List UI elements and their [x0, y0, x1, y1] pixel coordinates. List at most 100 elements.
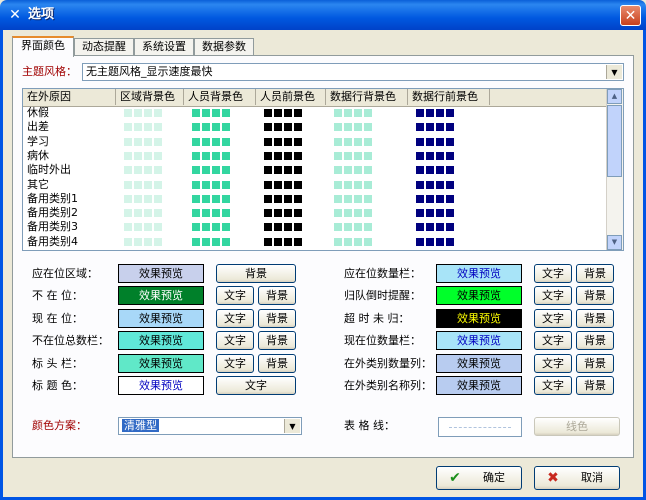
- grid-row[interactable]: 备用类别4: [23, 235, 608, 249]
- scroll-up-icon[interactable]: ▲: [607, 89, 622, 104]
- close-button[interactable]: ✕: [620, 5, 641, 26]
- text-color-button[interactable]: 文字: [534, 353, 572, 373]
- background-button[interactable]: 背景: [216, 264, 296, 283]
- color-swatch: [202, 194, 210, 203]
- tab-interface-colors[interactable]: 界面颜色: [12, 36, 74, 57]
- setting-label: 应在位数量栏：: [344, 267, 421, 280]
- app-icon: ✕: [9, 7, 21, 23]
- color-swatch: [334, 123, 342, 132]
- background-button[interactable]: 背景: [576, 264, 614, 283]
- window-title: 选项: [28, 7, 55, 22]
- grid-row[interactable]: 学习: [23, 135, 608, 149]
- text-color-button[interactable]: 文字: [534, 376, 572, 395]
- color-swatch: [212, 194, 220, 203]
- ok-button[interactable]: ✔ 确定: [436, 466, 522, 490]
- grid-row[interactable]: 出差: [23, 120, 608, 134]
- text-color-button[interactable]: 文字: [216, 353, 254, 373]
- tab-data-params[interactable]: 数据参数: [194, 38, 254, 56]
- chevron-down-icon[interactable]: ▼: [606, 65, 622, 79]
- effect-preview: 效果预览: [118, 376, 204, 395]
- grid-col-area-bg: 区域背景色: [116, 89, 184, 105]
- color-swatch: [334, 194, 342, 203]
- effect-preview: 效果预览: [436, 331, 522, 351]
- grid-row[interactable]: 其它: [23, 178, 608, 192]
- color-swatch: [144, 137, 152, 146]
- text-color-button[interactable]: 文字: [216, 331, 254, 351]
- color-swatch: [154, 151, 162, 160]
- color-swatch: [264, 151, 272, 160]
- color-swatch: [202, 151, 210, 160]
- color-swatch: [294, 223, 302, 232]
- grid-scrollbar[interactable]: ▲ ▼: [606, 89, 623, 250]
- effect-preview: 效果预览: [118, 331, 204, 351]
- color-swatch: [426, 137, 434, 146]
- grid-row[interactable]: 临时外出: [23, 163, 608, 177]
- color-swatch: [436, 180, 444, 189]
- color-swatch: [426, 237, 434, 246]
- text-color-button[interactable]: 文字: [216, 286, 254, 306]
- color-swatch: [334, 166, 342, 175]
- color-swatch: [294, 151, 302, 160]
- color-swatch: [192, 151, 200, 160]
- color-swatch: [416, 209, 424, 218]
- grid-col-person-fg: 人员前景色: [256, 89, 326, 105]
- scroll-down-icon[interactable]: ▼: [607, 235, 622, 250]
- text-color-button[interactable]: 文字: [534, 264, 572, 283]
- color-swatch: [124, 109, 132, 117]
- text-color-button[interactable]: 文字: [534, 308, 572, 328]
- effect-preview: 效果预览: [118, 353, 204, 373]
- grid-row-reason: 备用类别2: [27, 206, 78, 220]
- color-swatch: [212, 237, 220, 246]
- color-swatch: [264, 209, 272, 218]
- background-button[interactable]: 背景: [576, 376, 614, 395]
- tab-system-settings[interactable]: 系统设置: [134, 38, 194, 56]
- background-button[interactable]: 背景: [576, 353, 614, 373]
- background-button[interactable]: 背景: [258, 331, 296, 351]
- category-color-grid[interactable]: 在外原因 区域背景色 人员背景色 人员前景色 数据行背景色 数据行前景色 休假出…: [22, 88, 624, 251]
- color-swatch: [154, 166, 162, 175]
- grid-row[interactable]: 休假: [23, 106, 608, 120]
- scroll-thumb[interactable]: [607, 105, 622, 177]
- background-button[interactable]: 背景: [576, 286, 614, 306]
- scheme-value: 清雅型: [122, 419, 159, 432]
- grid-row[interactable]: 备用类别1: [23, 192, 608, 206]
- grid-header: 在外原因 区域背景色 人员背景色 人员前景色 数据行背景色 数据行前景色: [23, 89, 608, 107]
- text-color-button[interactable]: 文字: [216, 308, 254, 328]
- theme-select[interactable]: 无主题风格_显示速度最快 ▼: [82, 63, 624, 81]
- background-button[interactable]: 背景: [258, 353, 296, 373]
- color-swatch: [344, 109, 352, 117]
- color-swatch: [284, 151, 292, 160]
- gridline-label: 表 格 线：: [344, 419, 395, 432]
- grid-row[interactable]: 备用类别3: [23, 220, 608, 234]
- color-swatch: [212, 123, 220, 132]
- color-swatch: [364, 237, 372, 246]
- grid-row[interactable]: 备用类别2: [23, 206, 608, 220]
- scheme-select[interactable]: 清雅型 ▼: [118, 417, 302, 435]
- color-swatch: [222, 194, 230, 203]
- cancel-button[interactable]: ✖ 取消: [534, 466, 620, 490]
- text-color-button[interactable]: 文字: [534, 331, 572, 351]
- grid-row-reason: 学习: [27, 134, 49, 148]
- color-swatch: [134, 180, 142, 189]
- color-swatch: [284, 237, 292, 246]
- color-swatch: [274, 194, 282, 203]
- grid-row[interactable]: 病休: [23, 149, 608, 163]
- color-swatch: [426, 123, 434, 132]
- text-color-button[interactable]: 文字: [216, 376, 296, 395]
- color-swatch: [134, 194, 142, 203]
- setting-label: 应在位区域：: [32, 267, 98, 280]
- grid-col-reason: 在外原因: [23, 89, 116, 105]
- text-color-button[interactable]: 文字: [534, 286, 572, 306]
- background-button[interactable]: 背景: [576, 308, 614, 328]
- background-button[interactable]: 背景: [258, 308, 296, 328]
- tab-dynamic-reminder[interactable]: 动态提醒: [74, 38, 134, 56]
- line-color-button[interactable]: 线色: [534, 417, 620, 436]
- chevron-down-icon[interactable]: ▼: [284, 419, 300, 433]
- color-swatch: [446, 180, 454, 189]
- color-swatch: [212, 137, 220, 146]
- background-button[interactable]: 背景: [258, 286, 296, 306]
- color-swatch: [124, 151, 132, 160]
- background-button[interactable]: 背景: [576, 331, 614, 351]
- color-swatch: [274, 180, 282, 189]
- color-swatch: [274, 123, 282, 132]
